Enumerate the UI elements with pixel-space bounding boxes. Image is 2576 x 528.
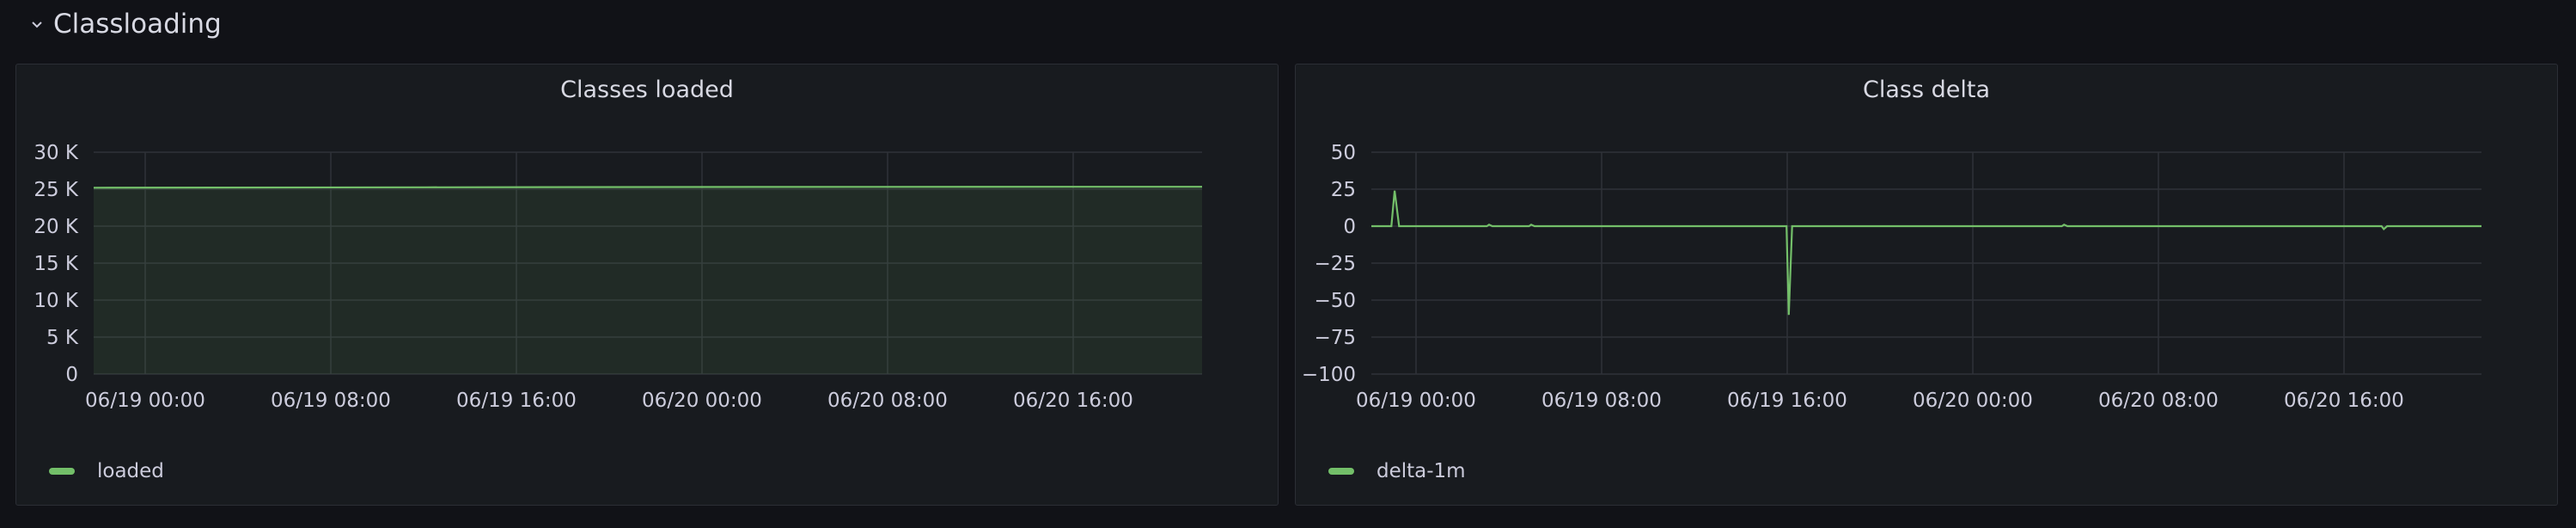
legend-item-delta-1m[interactable]: delta-1m — [1328, 460, 1466, 482]
y-tick-label: 0 — [1343, 216, 1356, 238]
y-tick-label: 0 — [65, 364, 78, 386]
x-tick-label: 06/20 08:00 — [827, 390, 948, 412]
x-tick-label: 06/19 00:00 — [1356, 390, 1476, 412]
x-tick-label: 06/20 16:00 — [2284, 390, 2404, 412]
legend-label: delta-1m — [1377, 460, 1466, 482]
panel-classes-loaded[interactable]: Classes loaded 30 K 25 K 20 K 15 K 10 K5 K00… — [15, 64, 1279, 506]
y-tick-label: 25 — [1331, 179, 1356, 201]
x-tick-label: 06/20 00:00 — [642, 390, 762, 412]
panel-class-delta[interactable]: Class delta 50 25 0 −25 −50 −75 −100 06/19 00:0… — [1295, 64, 2558, 506]
x-tick-label: 06/20 08:00 — [2098, 390, 2219, 412]
row-title: Classloading — [53, 9, 222, 40]
x-tick-label: 06/19 00:00 — [85, 390, 205, 412]
y-tick-label: 15 K — [34, 253, 79, 275]
y-tick-label: −100 — [1302, 364, 1356, 386]
chart-classes-loaded: 30 K 25 K 20 K 15 K 10 K 5 K 0 06/19 00:00 06/19… — [34, 142, 1202, 412]
y-tick-label: −75 — [1314, 327, 1356, 349]
legend-swatch — [49, 468, 75, 475]
x-tick-label: 06/20 00:00 — [1913, 390, 2033, 412]
series-area-loaded — [94, 187, 1202, 374]
series-line-delta-1m — [1371, 190, 2481, 316]
x-tick-label: 06/19 08:00 — [271, 390, 391, 412]
legend-swatch — [1328, 468, 1354, 475]
y-tick-label: 30 K — [34, 142, 79, 164]
y-tick-label: 20 K — [34, 216, 79, 238]
x-tick-label: 06/19 16:00 — [1727, 390, 1847, 412]
y-tick-label: 5 K — [46, 327, 79, 349]
legend-item-loaded[interactable]: loaded — [49, 460, 164, 482]
y-tick-label: 50 — [1331, 142, 1356, 164]
y-tick-label: −50 — [1314, 290, 1356, 312]
row-header-classloading[interactable]: Classloading — [29, 5, 222, 43]
y-tick-label: 10 K — [34, 290, 79, 312]
chart-class-delta: 50 25 0 −25 −50 −75 −10006/19 00:00 06/19 08:00… — [1302, 142, 2481, 412]
chevron-down-icon — [32, 21, 42, 28]
x-tick-label: 06/20 16:00 — [1013, 390, 1133, 412]
y-tick-label: 25 K — [34, 179, 79, 201]
x-tick-label: 06/19 16:00 — [456, 390, 577, 412]
y-tick-label: −25 — [1314, 253, 1356, 275]
x-tick-label: 06/19 08:00 — [1541, 390, 1662, 412]
legend-label: loaded — [97, 460, 164, 482]
